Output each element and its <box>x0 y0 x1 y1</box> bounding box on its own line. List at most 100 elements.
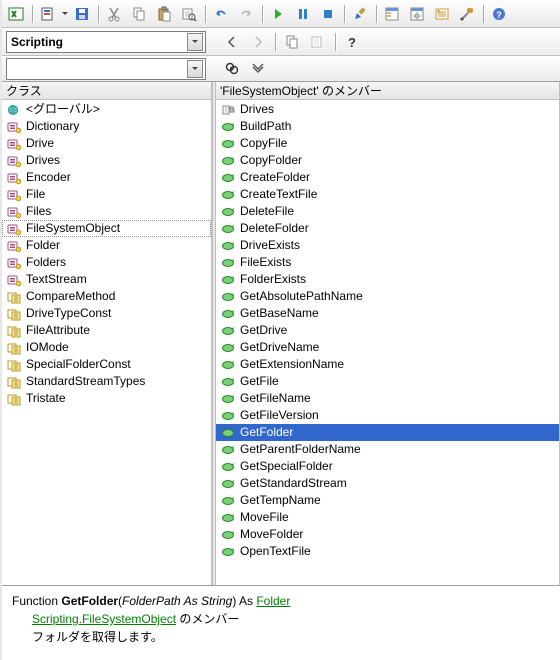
class-item[interactable]: DriveTypeConst <box>2 305 211 322</box>
member-item-label: GetParentFolderName <box>240 441 361 458</box>
member-item-label: GetAbsolutePathName <box>240 288 363 305</box>
class-item[interactable]: StandardStreamTypes <box>2 373 211 390</box>
class-item[interactable]: Tristate <box>2 390 211 407</box>
class-item[interactable]: FileAttribute <box>2 322 211 339</box>
member-item[interactable]: MoveFile <box>216 509 559 526</box>
member-item-label: Drives <box>240 101 274 118</box>
class-item-label: Encoder <box>26 169 71 186</box>
show-search-results-icon[interactable] <box>246 57 270 81</box>
member-item[interactable]: MoveFolder <box>216 526 559 543</box>
search-combo[interactable] <box>6 58 206 80</box>
class-item[interactable]: Drives <box>2 152 211 169</box>
parent-class-link[interactable]: Scripting.FileSystemObject <box>32 612 176 626</box>
members-list[interactable]: DrivesBuildPathCopyFileCopyFolderCreateF… <box>216 100 560 585</box>
member-item[interactable]: GetStandardStream <box>216 475 559 492</box>
classes-panel-header: クラス <box>2 82 212 100</box>
member-item[interactable]: CreateTextFile <box>216 186 559 203</box>
enum-icon <box>6 290 22 304</box>
help-icon[interactable]: ? <box>487 2 511 26</box>
class-item[interactable]: Folders <box>2 254 211 271</box>
undo-icon[interactable] <box>209 2 233 26</box>
member-item-label: GetDrive <box>240 322 287 339</box>
class-icon <box>6 273 22 287</box>
go-forward-icon[interactable] <box>246 30 270 54</box>
redo-icon[interactable] <box>234 2 258 26</box>
break-icon[interactable] <box>291 2 315 26</box>
object-browser-icon[interactable] <box>430 2 454 26</box>
properties-window-icon[interactable] <box>405 2 429 26</box>
class-icon <box>6 171 22 185</box>
member-item[interactable]: DeleteFile <box>216 203 559 220</box>
reset-icon[interactable] <box>316 2 340 26</box>
member-item[interactable]: GetAbsolutePathName <box>216 288 559 305</box>
member-item[interactable]: CreateFolder <box>216 169 559 186</box>
run-icon[interactable] <box>266 2 290 26</box>
member-item[interactable]: DeleteFolder <box>216 220 559 237</box>
member-item[interactable]: GetBaseName <box>216 305 559 322</box>
member-item[interactable]: GetFileName <box>216 390 559 407</box>
class-item[interactable]: Drive <box>2 135 211 152</box>
member-item[interactable]: GetDrive <box>216 322 559 339</box>
copy-to-clipboard-icon[interactable] <box>280 30 304 54</box>
method-icon <box>220 137 236 151</box>
class-item[interactable]: Encoder <box>2 169 211 186</box>
toolbar-separator <box>259 4 265 24</box>
class-item[interactable]: Files <box>2 203 211 220</box>
member-item-label: FolderExists <box>240 271 306 288</box>
return-type-link[interactable]: Folder <box>256 594 290 608</box>
class-item[interactable]: Dictionary <box>2 118 211 135</box>
find-icon[interactable] <box>177 2 201 26</box>
save-icon[interactable] <box>70 2 94 26</box>
insert-module-icon[interactable] <box>36 2 60 26</box>
classes-list[interactable]: <グローバル>DictionaryDriveDrivesEncoderFileF… <box>2 100 212 585</box>
member-item[interactable]: GetFolder <box>216 424 559 441</box>
class-item[interactable]: SpecialFolderConst <box>2 356 211 373</box>
search-icon[interactable] <box>220 57 244 81</box>
signature-line: Function GetFolder(FolderPath As String)… <box>12 592 550 610</box>
cut-icon[interactable] <box>102 2 126 26</box>
go-back-icon[interactable] <box>220 30 244 54</box>
method-icon <box>220 256 236 270</box>
class-item-label: Drives <box>26 152 60 169</box>
library-combo-dropdown[interactable] <box>187 33 203 51</box>
class-item[interactable]: Folder <box>2 237 211 254</box>
member-item[interactable]: GetFile <box>216 373 559 390</box>
class-item-label: Tristate <box>26 390 66 407</box>
class-item[interactable]: FileSystemObject <box>2 220 211 237</box>
member-item[interactable]: FileExists <box>216 254 559 271</box>
member-item[interactable]: CopyFolder <box>216 152 559 169</box>
method-icon <box>220 392 236 406</box>
member-item[interactable]: DriveExists <box>216 237 559 254</box>
member-item[interactable]: BuildPath <box>216 118 559 135</box>
class-item-label: StandardStreamTypes <box>26 373 145 390</box>
search-combo-dropdown[interactable] <box>187 60 203 78</box>
class-item[interactable]: <グローバル> <box>2 101 211 118</box>
view-definition-icon[interactable] <box>306 30 330 54</box>
help-icon[interactable]: ? <box>340 30 364 54</box>
member-item[interactable]: GetParentFolderName <box>216 441 559 458</box>
view-excel-icon[interactable] <box>4 2 28 26</box>
class-icon <box>6 120 22 134</box>
member-item[interactable]: OpenTextFile <box>216 543 559 560</box>
class-item[interactable]: IOMode <box>2 339 211 356</box>
member-item[interactable]: FolderExists <box>216 271 559 288</box>
member-item[interactable]: GetFileVersion <box>216 407 559 424</box>
toolbox-icon[interactable] <box>455 2 479 26</box>
member-item[interactable]: GetDriveName <box>216 339 559 356</box>
design-mode-icon[interactable] <box>348 2 372 26</box>
copy-icon[interactable] <box>127 2 151 26</box>
library-combo[interactable]: Scripting <box>6 31 206 53</box>
class-item[interactable]: CompareMethod <box>2 288 211 305</box>
member-item[interactable]: GetExtensionName <box>216 356 559 373</box>
insert-dropdown[interactable] <box>61 12 69 15</box>
library-combo-text: Scripting <box>11 35 187 49</box>
member-item[interactable]: GetTempName <box>216 492 559 509</box>
member-item[interactable]: CopyFile <box>216 135 559 152</box>
paste-icon[interactable] <box>152 2 176 26</box>
member-item-label: GetFileVersion <box>240 407 319 424</box>
project-explorer-icon[interactable] <box>380 2 404 26</box>
class-item[interactable]: File <box>2 186 211 203</box>
member-item[interactable]: Drives <box>216 101 559 118</box>
class-item[interactable]: TextStream <box>2 271 211 288</box>
member-item[interactable]: GetSpecialFolder <box>216 458 559 475</box>
